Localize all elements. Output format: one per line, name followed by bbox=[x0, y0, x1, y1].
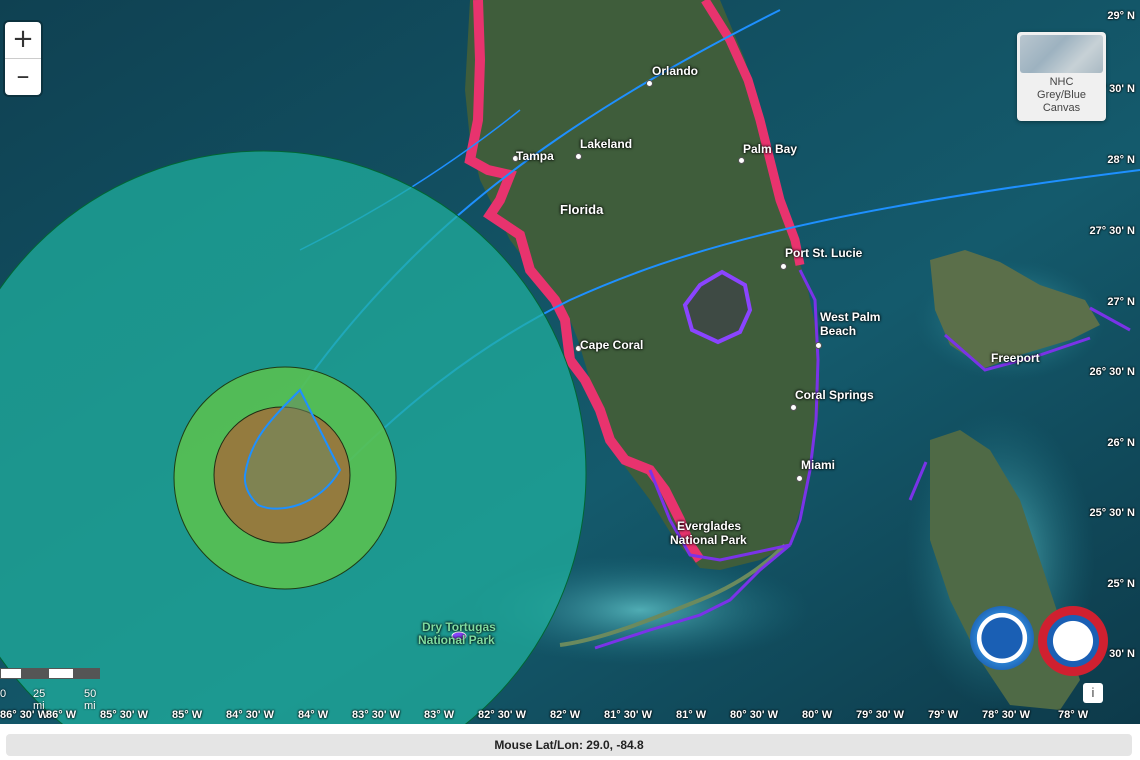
lon-label: 80° 30' W bbox=[730, 709, 778, 721]
basemap-label-line: Canvas bbox=[1042, 102, 1081, 114]
scale-segment bbox=[22, 668, 48, 679]
miami-dot bbox=[796, 475, 803, 482]
lon-label: 79° 30' W bbox=[856, 709, 904, 721]
lat-label: 26° N bbox=[1107, 437, 1135, 449]
city-tampa: Tampa bbox=[516, 149, 554, 163]
lon-label: 84° W bbox=[298, 709, 329, 721]
palm-bay-dot bbox=[738, 157, 745, 164]
lon-label: 78° W bbox=[1058, 709, 1089, 721]
nws-logo bbox=[1038, 606, 1108, 676]
city-dry-tortugas-1: Dry Tortugas bbox=[422, 620, 496, 634]
lon-label: 83° W bbox=[424, 709, 455, 721]
city-cape-coral: Cape Coral bbox=[580, 338, 644, 352]
city-orlando: Orlando bbox=[652, 64, 699, 78]
region-florida: Florida bbox=[560, 202, 604, 217]
lon-label: 82° 30' W bbox=[478, 709, 526, 721]
port-st-lucie-dot bbox=[780, 263, 787, 270]
city-lakeland: Lakeland bbox=[580, 137, 633, 151]
lon-label: 78° 30' W bbox=[982, 709, 1030, 721]
lat-label: 27° 30' N bbox=[1089, 225, 1135, 237]
city-dry-tortugas-2: National Park bbox=[418, 633, 495, 647]
basemap-thumbnail bbox=[1020, 35, 1103, 73]
coral-springs-dot bbox=[790, 404, 797, 411]
lat-label: 29° N bbox=[1107, 10, 1135, 22]
lon-label: 84° 30' W bbox=[226, 709, 274, 721]
lon-label: 85° W bbox=[172, 709, 203, 721]
west-palm-beach-dot bbox=[815, 342, 822, 349]
orlando-dot bbox=[646, 80, 653, 87]
city-palm-bay: Palm Bay bbox=[743, 142, 798, 156]
scale-segment bbox=[48, 668, 74, 679]
scale-segment bbox=[74, 668, 100, 679]
basemap-label-line: NHC bbox=[1049, 76, 1074, 88]
lat-label: 28° N bbox=[1107, 154, 1135, 166]
map-view[interactable]: Orlando Lakeland Tampa Palm Bay Florida … bbox=[0, 0, 1140, 724]
zoom-in-button[interactable]: + bbox=[5, 22, 41, 58]
city-port-st-lucie: Port St. Lucie bbox=[785, 246, 863, 260]
city-west-palm-1: West Palm bbox=[820, 310, 881, 324]
city-everglades-2: National Park bbox=[670, 533, 747, 547]
lon-label: 80° W bbox=[802, 709, 833, 721]
lon-label: 82° W bbox=[550, 709, 581, 721]
lon-label: 81° W bbox=[676, 709, 707, 721]
lat-label: 27° N bbox=[1107, 296, 1135, 308]
basemap-label-line: Grey/Blue bbox=[1037, 89, 1086, 101]
noaa-logo bbox=[970, 606, 1034, 670]
mouse-latlon-readout: Mouse Lat/Lon: 29.0, -84.8 bbox=[6, 734, 1132, 756]
lat-label: 25° 30' N bbox=[1089, 507, 1135, 519]
zoom-control: + – bbox=[5, 22, 41, 95]
zoom-out-button[interactable]: – bbox=[5, 58, 41, 95]
city-coral-springs: Coral Springs bbox=[795, 388, 874, 402]
basemap-toggle-button[interactable]: NHC Grey/Blue Canvas bbox=[1017, 32, 1106, 121]
lon-label: 79° W bbox=[928, 709, 959, 721]
city-miami: Miami bbox=[801, 458, 836, 472]
scale-label: 0 bbox=[0, 688, 7, 700]
map-canvas bbox=[0, 0, 1140, 724]
scale-segment bbox=[0, 668, 22, 679]
city-freeport: Freeport bbox=[991, 351, 1040, 365]
lat-label: 26° 30' N bbox=[1089, 366, 1135, 378]
basemap-label: NHC Grey/Blue Canvas bbox=[1017, 76, 1106, 115]
longitude-axis: 86° 30' W 86° W 85° 30' W 85° W 84° 30' … bbox=[0, 706, 1140, 724]
lon-label: 83° 30' W bbox=[352, 709, 400, 721]
lat-label: 25° N bbox=[1107, 578, 1135, 590]
info-button[interactable]: i bbox=[1083, 683, 1103, 703]
lakeland-dot bbox=[575, 153, 582, 160]
lon-label: 86° W bbox=[46, 709, 77, 721]
city-everglades-1: Everglades bbox=[677, 519, 742, 533]
lon-label: 86° 30' W bbox=[0, 709, 48, 721]
city-west-palm-2: Beach bbox=[820, 324, 857, 338]
lon-label: 81° 30' W bbox=[604, 709, 652, 721]
lon-label: 85° 30' W bbox=[100, 709, 148, 721]
